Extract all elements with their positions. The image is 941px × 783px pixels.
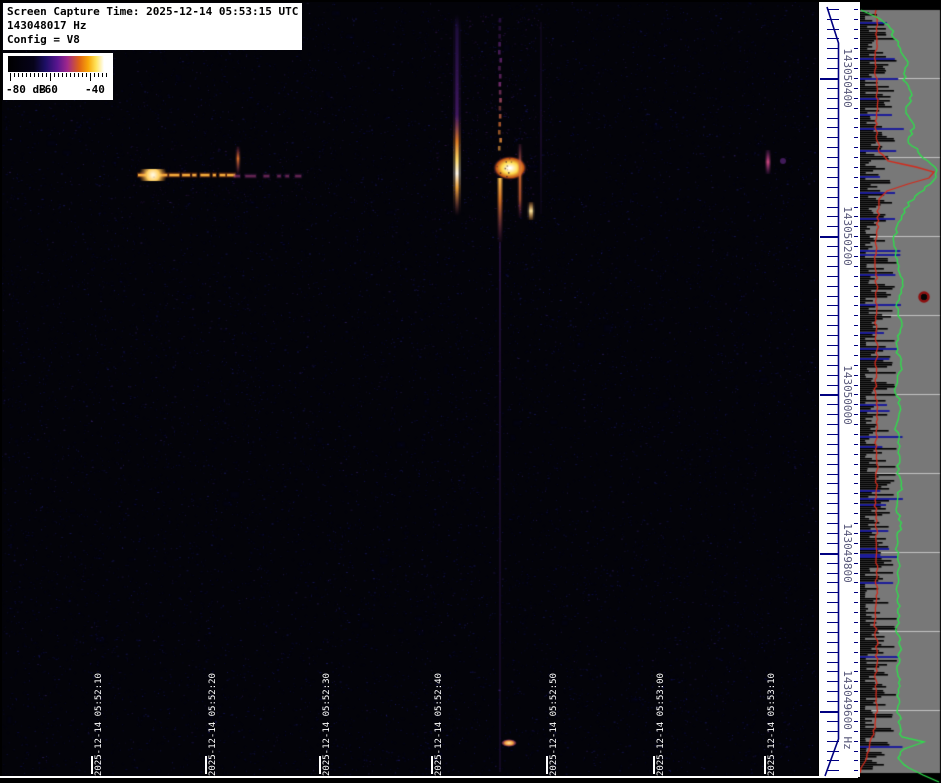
time-label: 2025-12-14 05:52:10 bbox=[94, 673, 104, 776]
time-label: 2025-12-14 05:53:00 bbox=[656, 673, 666, 776]
time-tick bbox=[546, 756, 548, 774]
colorbar-major-tick bbox=[90, 73, 91, 81]
time-label: 2025-12-14 05:52:50 bbox=[549, 673, 559, 776]
colorbar-minor-tick bbox=[22, 73, 23, 77]
colorbar-minor-tick bbox=[42, 73, 43, 77]
capture-time-text: Screen Capture Time: 2025-12-14 05:53:15… bbox=[7, 5, 299, 18]
colorbar-minor-tick bbox=[74, 73, 75, 77]
colorbar-minor-tick bbox=[54, 73, 55, 77]
colorbar-legend: -80 dB -60 -40 bbox=[3, 53, 113, 100]
colorbar-minor-tick bbox=[106, 73, 107, 77]
colorbar-minor-tick bbox=[26, 73, 27, 77]
config-text: Config = V8 bbox=[7, 33, 80, 46]
time-tick bbox=[431, 756, 433, 774]
colorbar-minor-tick bbox=[18, 73, 19, 77]
colorbar-minor-tick bbox=[38, 73, 39, 77]
frequency-ruler: 143050400 143050200 143050000 143049800 1430… bbox=[819, 2, 860, 777]
colorbar-minor-tick bbox=[86, 73, 87, 77]
colorbar-minor-tick bbox=[70, 73, 71, 77]
colorbar-minor-tick bbox=[82, 73, 83, 77]
time-tick bbox=[205, 756, 207, 774]
colorbar-minor-tick bbox=[94, 73, 95, 77]
colorbar-major-tick bbox=[50, 73, 51, 81]
colorbar-minor-tick bbox=[66, 73, 67, 77]
time-tick bbox=[319, 756, 321, 774]
colorbar-minor-tick bbox=[14, 73, 15, 77]
colorbar-minor-tick bbox=[102, 73, 103, 77]
time-tick bbox=[653, 756, 655, 774]
time-label: 2025-12-14 05:52:40 bbox=[434, 673, 444, 776]
spectrogram-screen-capture: 2025-12-14 05:52:10 2025-12-14 05:52:20 20… bbox=[0, 0, 941, 783]
colorbar-minor-tick bbox=[30, 73, 31, 77]
colorbar-label-max: -40 bbox=[85, 83, 105, 96]
time-axis: 2025-12-14 05:52:10 2025-12-14 05:52:20 20… bbox=[0, 0, 860, 783]
time-label: 2025-12-14 05:52:30 bbox=[322, 673, 332, 776]
colorbar-major-tick bbox=[10, 73, 11, 81]
time-label: 2025-12-14 05:52:20 bbox=[208, 673, 218, 776]
live-spectrum-panel bbox=[860, 0, 941, 783]
colorbar-gradient bbox=[8, 56, 107, 72]
colorbar-label-mid: -60 bbox=[38, 83, 58, 96]
colorbar-minor-tick bbox=[46, 73, 47, 77]
colorbar-minor-tick bbox=[34, 73, 35, 77]
colorbar-minor-tick bbox=[98, 73, 99, 77]
colorbar-minor-tick bbox=[78, 73, 79, 77]
info-box: Screen Capture Time: 2025-12-14 05:53:15… bbox=[3, 3, 303, 50]
colorbar-minor-tick bbox=[58, 73, 59, 77]
time-axis-baseline bbox=[0, 776, 858, 778]
freq-axis-line bbox=[824, 6, 840, 777]
time-label: 2025-12-14 05:53:10 bbox=[767, 673, 777, 776]
frequency-text: 143048017 Hz bbox=[7, 19, 87, 32]
time-tick bbox=[91, 756, 93, 774]
time-tick bbox=[764, 756, 766, 774]
colorbar-minor-tick bbox=[62, 73, 63, 77]
